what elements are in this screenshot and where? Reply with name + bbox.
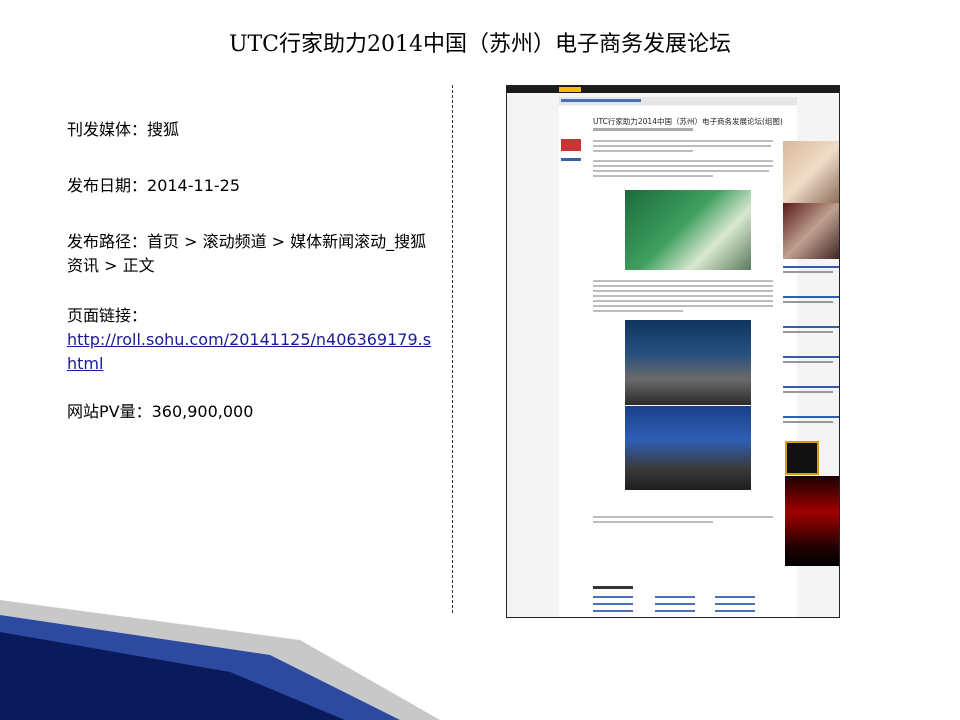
related-link bbox=[715, 603, 755, 605]
text-line bbox=[593, 521, 713, 523]
path-row: 发布路径：首页 > 滚动频道 > 媒体新闻滚动_搜狐资讯 > 正文 bbox=[67, 230, 437, 278]
sidebar-text bbox=[783, 421, 833, 423]
related-link bbox=[715, 596, 755, 598]
text-line bbox=[593, 160, 773, 162]
blue-band bbox=[0, 615, 400, 720]
text-line bbox=[593, 150, 693, 152]
breadcrumb bbox=[561, 99, 641, 102]
related-link bbox=[593, 603, 633, 605]
related-news-heading bbox=[593, 586, 633, 589]
related-link bbox=[655, 596, 695, 598]
link-label: 页面链接： bbox=[67, 306, 148, 325]
related-link bbox=[715, 610, 755, 612]
text-line bbox=[593, 516, 773, 518]
date-label: 发布日期： bbox=[67, 176, 148, 195]
text-line bbox=[593, 290, 773, 292]
source-link bbox=[561, 158, 581, 161]
related-link bbox=[655, 603, 695, 605]
link-row: 页面链接： http://roll.sohu.com/20141125/n406… bbox=[67, 304, 437, 376]
text-line bbox=[593, 295, 773, 297]
sidebar-photo bbox=[783, 141, 839, 203]
text-line bbox=[593, 305, 773, 307]
path-label: 发布路径： bbox=[67, 232, 148, 251]
pv-label: 网站PV量： bbox=[67, 402, 152, 421]
media-label: 刊发媒体： bbox=[67, 120, 148, 139]
sidebar-link bbox=[783, 266, 839, 268]
pv-row: 网站PV量：360,900,000 bbox=[67, 400, 437, 424]
site-logo bbox=[559, 87, 581, 92]
sohu-news-ad bbox=[785, 476, 839, 566]
slide-title: UTC行家助力2014中国（苏州）电子商务发展论坛 bbox=[228, 32, 732, 57]
sidebar-text bbox=[783, 361, 833, 363]
text-line bbox=[593, 165, 773, 167]
sidebar-text bbox=[783, 271, 833, 273]
text-line bbox=[593, 310, 683, 312]
related-link bbox=[593, 610, 633, 612]
site-topbar bbox=[507, 86, 839, 93]
article-title: UTC行家助力2014中国（苏州）电子商务发展论坛(组图) bbox=[593, 117, 783, 126]
gray-band bbox=[0, 600, 440, 720]
vertical-divider bbox=[452, 85, 453, 613]
sidebar-link bbox=[783, 326, 839, 328]
sidebar-photo bbox=[783, 203, 839, 259]
sidebar-link bbox=[783, 386, 839, 388]
source-logo bbox=[561, 139, 581, 151]
sidebar-text bbox=[783, 301, 833, 303]
pv-value: 360,900,000 bbox=[151, 402, 254, 421]
date-value: 2014-11-25 bbox=[147, 176, 240, 195]
article-meta bbox=[593, 128, 693, 131]
article-page: UTC行家助力2014中国（苏州）电子商务发展论坛(组图) bbox=[559, 106, 839, 617]
sidebar-link bbox=[783, 296, 839, 298]
related-link bbox=[593, 596, 633, 598]
webpage-screenshot: UTC行家助力2014中国（苏州）电子商务发展论坛(组图) bbox=[506, 85, 840, 618]
sidebar-link bbox=[783, 416, 839, 418]
related-link bbox=[655, 610, 695, 612]
media-value: 搜狐 bbox=[147, 120, 180, 139]
text-line bbox=[593, 175, 713, 177]
text-line bbox=[593, 280, 773, 282]
text-line bbox=[593, 140, 773, 142]
page-link[interactable]: http://roll.sohu.com/20141125/n406369179… bbox=[67, 330, 431, 373]
text-line bbox=[593, 285, 773, 287]
navy-band bbox=[0, 632, 345, 720]
conference-hall-photo bbox=[625, 320, 751, 405]
date-row: 发布日期：2014-11-25 bbox=[67, 174, 437, 198]
text-line bbox=[593, 170, 769, 172]
sidebar-text bbox=[783, 391, 833, 393]
sidebar-link bbox=[783, 356, 839, 358]
forum-panel-photo bbox=[625, 406, 751, 490]
text-line bbox=[593, 145, 771, 147]
site-nav bbox=[559, 97, 797, 105]
media-row: 刊发媒体：搜狐 bbox=[67, 118, 437, 142]
qr-ad bbox=[785, 441, 819, 475]
sidebar-text bbox=[783, 331, 833, 333]
text-line bbox=[593, 300, 773, 302]
speaker-photo bbox=[625, 190, 751, 270]
